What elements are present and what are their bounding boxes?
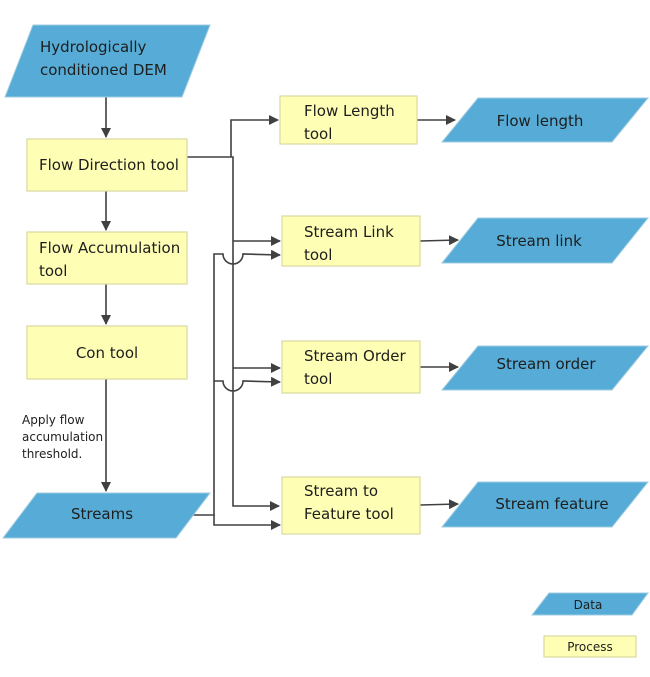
node-streams: Streams: [1, 492, 212, 539]
node-label: Stream to: [304, 482, 378, 500]
node-stream-order: Stream order: [440, 345, 650, 391]
flowchart: Hydrologically conditioned DEM Flow Dire…: [1, 24, 650, 658]
node-label: Stream order: [496, 355, 596, 373]
node-label: conditioned DEM: [40, 61, 167, 79]
node-label: Flow Accumulation: [39, 239, 180, 257]
node-label: Hydrologically: [40, 38, 147, 56]
annotation-line: threshold.: [22, 447, 82, 461]
annotation-line: Apply flow: [22, 413, 85, 427]
node-dem: Hydrologically conditioned DEM: [4, 24, 211, 98]
node-label: Stream Order: [304, 347, 407, 365]
node-label: Streams: [71, 505, 133, 523]
legend-process: Process: [543, 635, 637, 658]
node-flow-length-tool: Flow Length tool: [279, 95, 418, 145]
node-stream-feature: Stream feature: [440, 481, 650, 528]
edge-flowdir-trunk: [187, 156, 280, 511]
legend: Data Process: [530, 592, 649, 658]
node-stream-link-tool: Stream Link tool: [281, 215, 421, 267]
legend-data-label: Data: [574, 598, 603, 612]
node-label: Con tool: [76, 344, 138, 362]
node-label: tool: [39, 262, 67, 280]
node-con: Con tool: [26, 325, 188, 380]
node-stream-link: Stream link: [440, 217, 650, 264]
annotation-line: accumulation: [22, 430, 103, 444]
node-flow-length: Flow length: [440, 97, 650, 143]
legend-data: Data: [530, 592, 649, 616]
node-stream-to-feature-tool: Stream to Feature tool: [281, 476, 421, 535]
edge-streams-trunk: [190, 249, 281, 516]
node-label: tool: [304, 370, 332, 388]
node-flow-accumulation: Flow Accumulation tool: [26, 231, 188, 285]
node-label: Flow Direction tool: [39, 156, 179, 174]
node-label: Feature tool: [304, 505, 394, 523]
edge-streams-order: [214, 376, 281, 392]
annotation-threshold: Apply flow accumulation threshold.: [22, 413, 103, 461]
node-label: Stream link: [496, 232, 582, 250]
node-label: tool: [304, 125, 332, 143]
edge-feature-out: [419, 499, 459, 510]
node-label: Stream feature: [495, 495, 608, 513]
edge-streams-feature: [213, 515, 281, 530]
edge-to-flowlength: [230, 115, 279, 157]
node-label: Flow length: [497, 112, 584, 130]
node-label: Stream Link: [304, 223, 394, 241]
legend-process-label: Process: [567, 640, 613, 654]
node-label: tool: [304, 246, 332, 264]
node-label: Flow Length: [304, 102, 395, 120]
edge-streamlink-out: [419, 235, 459, 246]
node-stream-order-tool: Stream Order tool: [281, 340, 421, 394]
node-flow-direction: Flow Direction tool: [26, 138, 188, 192]
